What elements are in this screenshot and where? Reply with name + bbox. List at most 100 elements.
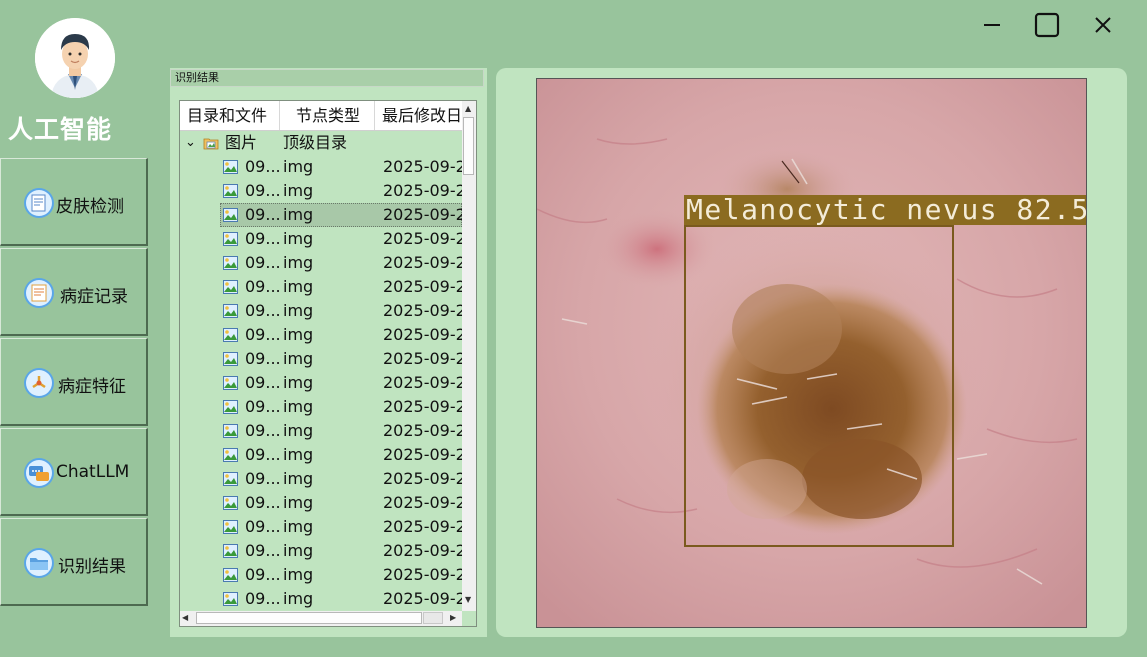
tree-row-type: img [283,229,314,248]
maximize-icon[interactable] [1032,10,1062,40]
tree-header: 目录和文件 节点类型 最后修改日 [180,101,462,131]
sidebar-item-chatllm[interactable]: ChatLLM [0,428,148,516]
tree-row-date: 2025-09-2 [383,397,466,416]
tree-row-type: img [283,565,314,584]
tree-row[interactable]: 09... img 2025-09-2 [180,587,466,611]
sidebar-item-disease-records[interactable]: 病症记录 [0,248,148,336]
tree-row-type: img [283,397,314,416]
tree-row[interactable]: 09... img 2025-09-2 [180,251,466,275]
tree-row-date: 2025-09-2 [383,493,466,512]
vertical-scrollbar[interactable]: ▲ ▼ [462,101,476,611]
tree-row[interactable]: 09... img 2025-09-2 [180,443,466,467]
tree-row[interactable]: 09... img 2025-09-2 [180,419,466,443]
tree-row-name: 09... [245,589,281,608]
tree-row-type: img [283,349,314,368]
minimize-icon[interactable] [977,10,1007,40]
tree-row[interactable]: 09... img 2025-09-2 [180,227,466,251]
tree-row[interactable]: 09... img 2025-09-2 [180,179,466,203]
tree-row-type: img [283,301,314,320]
app-title: 人工智能 [8,115,113,144]
sidebar-item-skin-detection[interactable]: 皮肤检测 [0,158,148,246]
scroll-up-icon[interactable]: ▲ [465,104,471,113]
tree-row-name: 09... [245,253,281,272]
sidebar-item-recognition-results[interactable]: 识别结果 [0,518,148,606]
tree-row-date: 2025-09-2 [383,541,466,560]
picture-folder-icon [203,138,219,150]
tree-row-date: 2025-09-2 [383,445,466,464]
horizontal-scroll-thumb[interactable] [196,612,422,624]
tree-row[interactable]: 09... img 2025-09-2 [180,275,466,299]
sidebar-item-label: 病症记录 [60,287,128,307]
sidebar-item-label: 识别结果 [58,557,126,577]
image-file-icon [223,184,238,198]
tree-row[interactable]: 09... img 2025-09-2 [180,299,466,323]
sidebar-item-label: 皮肤检测 [56,197,124,217]
column-header-type[interactable]: 节点类型 [280,101,375,130]
close-icon[interactable] [1088,10,1118,40]
tree-row-type: img [283,469,314,488]
tree-row[interactable]: 09... img 2025-09-2 [180,371,466,395]
column-header-modified[interactable]: 最后修改日 [375,101,462,130]
file-tree[interactable]: 目录和文件 节点类型 最后修改日 ⌄ 图片 顶级目录 09... img 2025-09-… [179,100,477,627]
sidebar-item-disease-features[interactable]: 病症特征 [0,338,148,426]
detection-box [684,225,954,547]
image-file-icon [223,520,238,534]
tree-row-type: img [283,493,314,512]
tree-row[interactable]: 09... img 2025-09-2 [180,395,466,419]
tree-row[interactable]: 09... img 2025-09-2 [180,491,466,515]
tree-row-name: 09... [245,445,281,464]
tree-row-type: img [283,421,314,440]
result-image: Melanocytic nevus 82.5 [536,78,1087,628]
image-file-icon [223,160,238,174]
tree-row-name: 09... [245,517,281,536]
tree-row-date: 2025-09-2 [383,229,466,248]
tree-row-name: 09... [245,469,281,488]
image-file-icon [223,328,238,342]
tree-row-date: 2025-09-2 [383,565,466,584]
tree-row-name: 09... [245,493,281,512]
tree-row-date: 2025-09-2 [383,421,466,440]
doctor-avatar-icon [35,18,115,98]
tree-row-type: img [283,277,314,296]
tree-row-type: img [283,205,314,224]
tree-row-date: 2025-09-2 [383,301,466,320]
tree-row-type: img [283,517,314,536]
image-file-icon [223,472,238,486]
tree-row[interactable]: 09... img 2025-09-2 [180,155,466,179]
tree-root-row[interactable]: ⌄ 图片 顶级目录 [180,131,462,155]
image-file-icon [223,280,238,294]
image-file-icon [223,496,238,510]
scroll-down-icon[interactable]: ▼ [465,595,471,604]
chevron-down-icon[interactable]: ⌄ [185,131,196,155]
scroll-grip [423,612,443,624]
notes-icon [24,278,54,308]
document-icon [24,188,54,218]
image-file-icon [223,256,238,270]
tree-row[interactable]: 09... img 2025-09-2 [180,563,466,587]
detection-label: Melanocytic nevus 82.5 [684,195,1086,225]
column-header-name[interactable]: 目录和文件 [180,101,280,130]
image-file-icon [223,352,238,366]
scroll-right-icon[interactable]: ▶ [450,613,456,622]
tree-row[interactable]: 09... img 2025-09-2 [180,515,466,539]
horizontal-scrollbar[interactable]: ◀ ▶ [180,611,462,626]
tree-row[interactable]: 09... img 2025-09-2 [180,323,466,347]
tree-row-date: 2025-09-2 [383,373,466,392]
tree-row-name: 09... [245,565,281,584]
tree-row-type: img [283,253,314,272]
tree-row-name: 09... [245,205,281,224]
image-file-icon [223,424,238,438]
tree-row[interactable]: 09... img 2025-09-2 [180,467,466,491]
tree-row-type: img [283,157,314,176]
tree-row-date: 2025-09-2 [383,253,466,272]
tree-row[interactable]: 09... img 2025-09-2 [180,347,466,371]
tree-row-type: img [283,445,314,464]
image-file-icon [223,592,238,606]
vertical-scroll-thumb[interactable] [463,117,474,175]
chat-icon [24,458,54,488]
tree-row-selected[interactable]: 09... img 2025-09-2 [180,203,466,227]
tree-row[interactable]: 09... img 2025-09-2 [180,539,466,563]
scroll-left-icon[interactable]: ◀ [182,613,188,622]
tree-row-name: 09... [245,541,281,560]
features-icon [24,368,54,398]
